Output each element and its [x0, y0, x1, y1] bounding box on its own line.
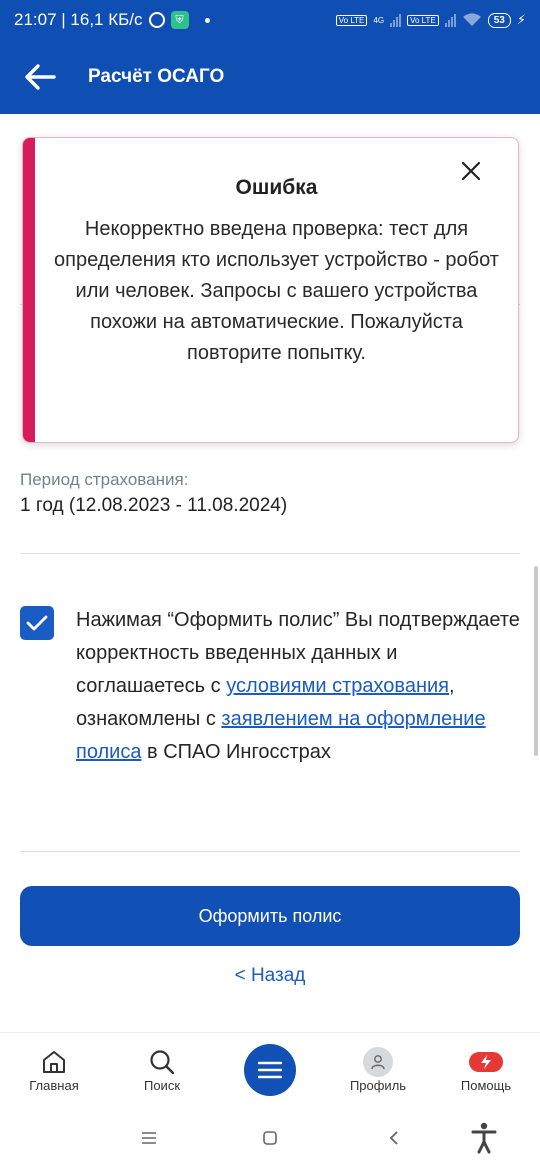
bottom-nav: Главная Поиск Профиль Помощь [0, 1032, 540, 1106]
nav-home[interactable]: Главная [4, 1046, 104, 1093]
consent-text: Нажимая “Оформить полис” Вы подтверждает… [76, 604, 520, 769]
app-header: Расчёт ОСАГО [0, 40, 540, 114]
back-arrow-button[interactable] [20, 57, 60, 97]
network-4g-label: 4G [373, 15, 385, 25]
accessibility-button[interactable] [468, 1120, 500, 1156]
shield-app-icon: ⛨ [170, 11, 189, 29]
recent-apps-button[interactable] [138, 1128, 160, 1148]
square-icon [263, 1131, 277, 1145]
close-icon [461, 161, 481, 181]
battery-icon: 53 [487, 12, 511, 28]
insurance-terms-link[interactable]: условиями страхования [226, 675, 449, 697]
nav-menu[interactable] [220, 1043, 320, 1096]
nav-help[interactable]: Помощь [436, 1046, 536, 1093]
alarm-icon [148, 12, 165, 28]
error-toast: Ошибка Некорректно введена проверка: тес… [22, 137, 519, 443]
home-system-button[interactable] [260, 1128, 280, 1148]
insurance-period-value: 1 год (12.08.2023 - 11.08.2024) [20, 495, 288, 516]
page-title: Расчёт ОСАГО [88, 66, 225, 87]
menu-lines-icon [142, 1132, 156, 1144]
volte-icon: Vo LTE [335, 14, 368, 26]
nav-search[interactable]: Поиск [112, 1046, 212, 1093]
chevron-left-icon [389, 1131, 398, 1145]
nav-help-label: Помощь [460, 1078, 512, 1093]
insurance-period-label: Период страхования: [20, 470, 189, 489]
back-system-button[interactable] [384, 1128, 404, 1148]
status-time: 21:07 | 16,1 КБ/с [14, 10, 143, 29]
volte-icon-2: Vo LTE [407, 14, 439, 26]
accessibility-icon [471, 1122, 497, 1154]
profile-icon [363, 1047, 393, 1077]
arrow-left-icon [25, 64, 56, 90]
search-icon [150, 1050, 175, 1075]
nav-search-label: Поиск [143, 1078, 181, 1093]
scrollbar[interactable] [534, 566, 538, 756]
wifi-icon [462, 13, 481, 26]
menu-button[interactable] [244, 1043, 296, 1096]
signal-icon-2 [444, 13, 456, 27]
consent-checkbox[interactable] [20, 606, 54, 640]
nav-home-label: Главная [29, 1078, 79, 1093]
error-accent-bar [23, 138, 35, 442]
signal-icon [390, 13, 402, 27]
back-link[interactable]: < Назад [0, 965, 540, 987]
checkmark-icon [26, 615, 48, 631]
charging-icon: ⚡ [516, 12, 526, 27]
hamburger-icon [258, 1061, 282, 1078]
divider [20, 553, 520, 554]
nav-profile-label: Профиль [349, 1078, 407, 1093]
consent-text-part: в СПАО Ингосстрах [141, 741, 331, 763]
status-bar: 21:07 | 16,1 КБ/с ⛨ Vo LTE 4G Vo LTE 53 … [0, 0, 540, 40]
issue-policy-button[interactable]: Оформить полис [20, 886, 520, 946]
system-nav-bar [0, 1106, 540, 1170]
error-title: Ошибка [235, 176, 318, 199]
error-message: Некорректно введена проверка: тест для о… [54, 218, 499, 364]
close-button[interactable] [460, 160, 482, 182]
home-icon [43, 1051, 65, 1073]
nav-profile[interactable]: Профиль [328, 1046, 428, 1093]
notification-dot-icon [204, 17, 210, 23]
lightning-icon [469, 1052, 503, 1072]
divider [20, 851, 520, 852]
consent-block: Нажимая “Оформить полис” Вы подтверждает… [20, 604, 520, 769]
